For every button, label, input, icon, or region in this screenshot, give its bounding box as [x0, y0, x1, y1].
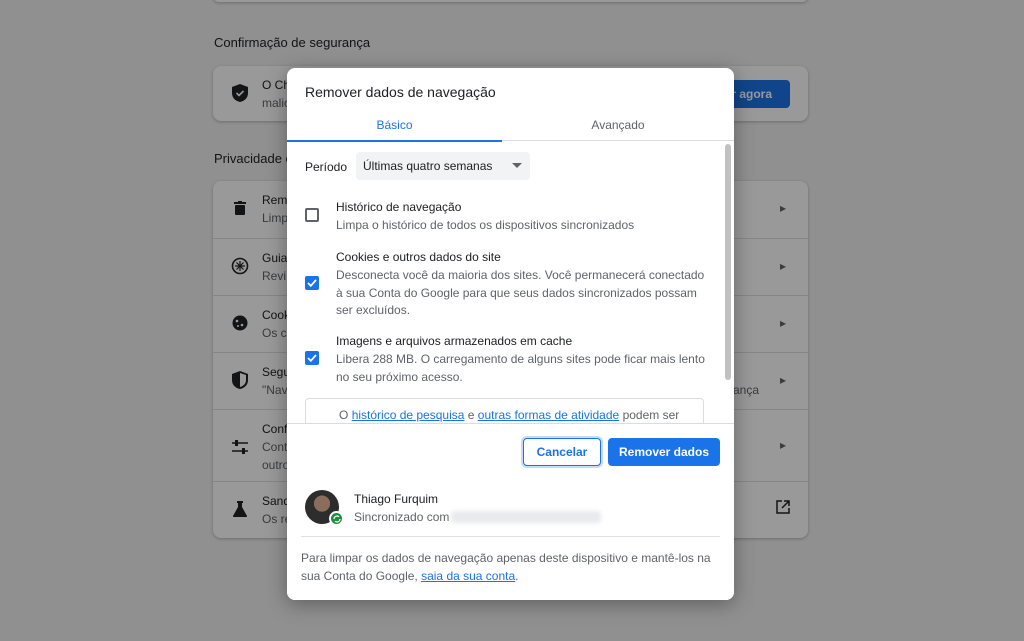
row-title: Sand: [262, 494, 291, 508]
sign-out-note: Para limpar os dados de navegação apenas…: [301, 550, 721, 585]
row-title: Guia: [262, 251, 288, 265]
account-name: Thiago Furquim: [354, 492, 439, 506]
caret-down-icon: [512, 163, 522, 168]
blurred-email: [451, 511, 601, 523]
info-suffix: podem ser: [622, 408, 680, 422]
tab-basic[interactable]: Básico: [287, 108, 502, 142]
row-subtitle: Cont: [262, 440, 288, 454]
clear-browsing-data-dialog: Remover dados de navegação Básico Avança…: [287, 68, 734, 600]
row-subtitle: Limp: [262, 211, 289, 225]
shield-check-icon: [231, 84, 249, 102]
scrollbar-thumb[interactable]: [725, 144, 731, 380]
trash-icon: [231, 199, 249, 217]
row-title: Cook: [262, 308, 291, 322]
browsing-history-checkbox[interactable]: [305, 208, 319, 222]
other-activity-link[interactable]: outras formas de atividade: [478, 408, 619, 422]
security-row-line2: malic: [262, 96, 291, 110]
dialog-scroll-area[interactable]: Período Últimas quatro semanas Histórico…: [287, 142, 734, 423]
shield-icon: [231, 371, 249, 389]
period-select[interactable]: Últimas quatro semanas: [356, 152, 530, 180]
arrow-right-icon: ▸: [779, 316, 786, 330]
dialog-title: Remover dados de navegação: [305, 84, 496, 100]
cookies-checkbox[interactable]: [305, 276, 319, 290]
security-section-title: Confirmação de segurança: [214, 35, 371, 50]
row-subtitle: Os c: [262, 326, 287, 340]
remove-data-button[interactable]: Remover dados: [608, 438, 720, 466]
info-prefix: O: [339, 408, 349, 422]
divider: [301, 536, 720, 537]
row-title: Conf: [262, 422, 288, 436]
option-title: Imagens e arquivos armazenados em cache: [336, 334, 573, 348]
cookie-icon: [231, 314, 249, 332]
check-icon: [307, 354, 317, 362]
cache-checkbox[interactable]: [305, 351, 319, 365]
row-subtitle: Revi: [262, 269, 287, 283]
info-box: O histórico de pesquisa e outras formas …: [305, 398, 704, 423]
sliders-icon: [231, 438, 249, 456]
sync-label: Sincronizado com: [354, 510, 450, 524]
dialog-tabs: Básico Avançado: [287, 108, 734, 142]
note-suffix: .: [515, 568, 519, 583]
search-history-link[interactable]: histórico de pesquisa: [352, 408, 465, 422]
dialog-footer: Cancelar Remover dados: [287, 423, 734, 483]
dialog-scrollbar[interactable]: [724, 142, 732, 382]
arrow-right-icon: ▸: [779, 201, 786, 215]
period-select-value: Últimas quatro semanas: [363, 159, 493, 173]
security-row-line1: O Ch: [262, 78, 291, 92]
open-external-icon: [776, 500, 790, 517]
cancel-button[interactable]: Cancelar: [523, 438, 601, 466]
option-title: Histórico de navegação: [336, 200, 462, 214]
info-middle: e: [467, 408, 475, 422]
check-icon: [307, 279, 317, 287]
arrow-right-icon: ▸: [779, 259, 786, 273]
top-card: [213, 0, 808, 2]
arrow-right-icon: ▸: [779, 438, 786, 452]
option-description: Libera 288 MB. O carregamento de alguns …: [336, 352, 705, 384]
row-subtitle: "Nav: [262, 383, 288, 397]
option-description: Limpa o histórico de todos os dispositiv…: [336, 218, 635, 232]
period-label: Período: [305, 160, 348, 174]
compass-icon: [231, 257, 249, 275]
row-right-text: ança: [733, 383, 760, 397]
flask-icon: [231, 500, 249, 518]
row-subtitle-2: outro: [262, 458, 290, 472]
tab-advanced[interactable]: Avançado: [502, 108, 734, 141]
sign-out-link[interactable]: saia da sua conta: [421, 569, 515, 583]
account-section: Thiago Furquim Sincronizado com Para lim…: [287, 483, 734, 600]
sync-icon: [329, 511, 344, 526]
privacy-section-title: Privacidade e: [214, 151, 293, 166]
option-title: Cookies e outros dados do site: [336, 250, 501, 264]
arrow-right-icon: ▸: [779, 373, 786, 387]
option-description: Desconecta você da maioria dos sites. Vo…: [336, 268, 705, 317]
row-title: Segu: [262, 365, 291, 379]
